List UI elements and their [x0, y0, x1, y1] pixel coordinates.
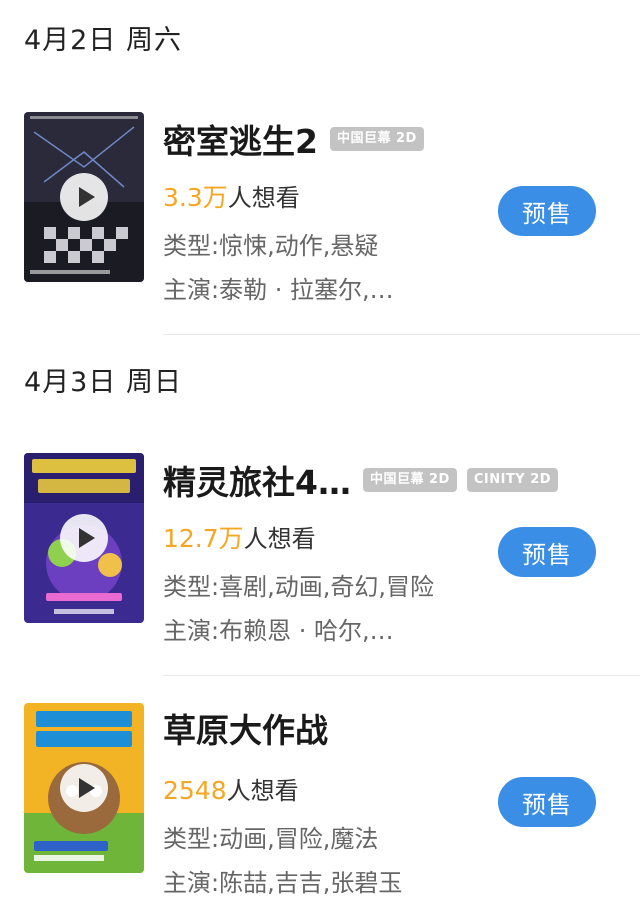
- play-icon[interactable]: [60, 764, 108, 812]
- play-icon[interactable]: [60, 514, 108, 562]
- want-count: 12.7万: [163, 524, 244, 553]
- want-to-see: 12.7万人想看: [163, 519, 316, 555]
- want-count: 3.3万: [163, 183, 228, 212]
- movie-poster[interactable]: [24, 703, 144, 873]
- presale-button[interactable]: 预售: [498, 527, 596, 577]
- date-header: 4月3日 周日: [24, 367, 182, 398]
- want-count: 2548: [163, 776, 227, 805]
- movie-cast: 主演:陈喆,吉吉,张碧玉: [163, 869, 403, 897]
- date-header: 4月2日 周六: [24, 25, 182, 56]
- movie-genre: 类型:惊悚,动作,悬疑: [163, 232, 379, 260]
- movie-cast: 主演:泰勒 · 拉塞尔,…: [163, 276, 394, 304]
- movie-cast: 主演:布赖恩 · 哈尔,…: [163, 617, 394, 645]
- want-to-see: 3.3万人想看: [163, 178, 300, 214]
- movie-genre: 类型:动画,冒险,魔法: [163, 825, 379, 853]
- presale-button[interactable]: 预售: [498, 777, 596, 827]
- divider: [163, 675, 640, 676]
- want-suffix: 人想看: [243, 525, 316, 553]
- movie-poster[interactable]: [24, 453, 144, 623]
- format-badge: CINITY 2D: [466, 468, 559, 492]
- play-icon[interactable]: [60, 173, 108, 221]
- movie-poster[interactable]: [24, 112, 144, 282]
- presale-button[interactable]: 预售: [498, 186, 596, 236]
- want-suffix: 人想看: [227, 184, 300, 212]
- divider: [163, 334, 640, 335]
- movie-title[interactable]: 精灵旅社4…: [163, 456, 351, 504]
- want-suffix: 人想看: [226, 777, 299, 805]
- want-to-see: 2548人想看: [163, 771, 299, 806]
- format-badge: 中国巨幕 2D: [362, 468, 457, 492]
- movie-title[interactable]: 密室逃生2: [163, 115, 318, 163]
- format-badge: 中国巨幕 2D: [329, 127, 424, 151]
- movie-genre: 类型:喜剧,动画,奇幻,冒险: [163, 573, 434, 601]
- movie-title[interactable]: 草原大作战: [163, 704, 328, 752]
